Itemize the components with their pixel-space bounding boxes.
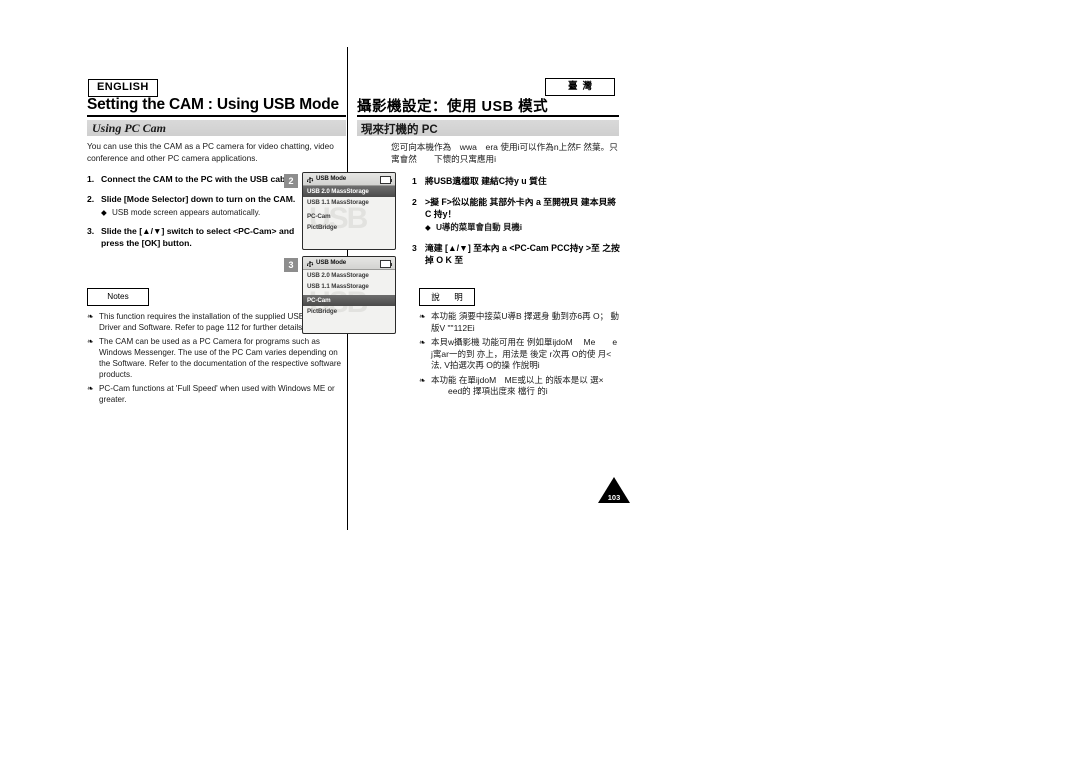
sub-step-item: ◆ USB mode screen appears automatically. xyxy=(101,207,302,218)
usb-icon xyxy=(307,261,314,267)
clover-bullet-icon: ❧ xyxy=(419,338,426,347)
lcd-menu-item-label: PictBridge xyxy=(307,308,337,315)
title-rule-right xyxy=(357,115,619,117)
lcd-menu-item-label: USB 1.1 MassStorage xyxy=(307,283,369,290)
step-text: >擬 F>彸以能能 其部外卡內 a 至開視貝 建本貝將C 持y！ xyxy=(425,197,617,219)
step-item: 3. Slide the [▲/▼] switch to select <PC-… xyxy=(87,226,302,249)
step-number: 2 xyxy=(412,197,417,207)
title-rule-left xyxy=(87,115,346,117)
step-number: 2. xyxy=(87,193,95,204)
note-item: ❧ 本功能 在單ijdoM ME或以上 的版本是以 選× eed的 擇項出度來 … xyxy=(419,375,619,398)
step-number: 1. xyxy=(87,174,95,184)
section-header-english: Using PC Cam xyxy=(87,120,346,136)
note-item: ❧ 本貝w攝影機 功能可用在 例如單ijdoM Me e j寓ar一的到 亦上，… xyxy=(419,337,626,372)
notes-label-box-english: Notes xyxy=(87,288,149,306)
battery-icon xyxy=(380,176,392,184)
lcd-title: USB Mode xyxy=(316,174,347,182)
usb-icon xyxy=(307,177,314,183)
note-item: ❧ The CAM can be used as a PC Camera for… xyxy=(87,336,349,380)
section-title-chinese: 現來打機的 PC xyxy=(361,124,438,136)
step-number: 3. xyxy=(87,226,95,237)
region-badge-box: 臺灣 xyxy=(545,78,615,96)
lcd-menu-item-label: PictBridge xyxy=(307,224,337,231)
region-badge-label: 臺灣 xyxy=(567,81,597,92)
page-title-chinese: 攝影機設定：使用 USB 模式 xyxy=(357,99,549,115)
clover-bullet-icon: ❧ xyxy=(419,312,426,321)
lcd-menu-item-label: USB 2.0 MassStorage xyxy=(307,188,369,195)
steps-list-chinese: 1 將USB遺檔取 建結C持y u 質住 2 >擬 F>彸以能能 其部外卡內 a… xyxy=(412,175,622,275)
notes-label-box-chinese: 說 明 xyxy=(419,288,475,306)
note-text: 本貝w攝影機 功能可用在 例如單ijdoM Me e j寓ar一的到 亦上，用法… xyxy=(431,337,626,370)
lcd-menu-item-usb11[interactable]: USB 1.1 MassStorage xyxy=(303,197,395,208)
language-badge: ENGLISH xyxy=(88,79,158,97)
step-item: 3 滝建 [▲/▼] 至本內 a <PC-Cam PCC持y >至 之按掉 O … xyxy=(412,242,622,266)
step-number: 1 xyxy=(412,176,417,186)
step-item: 1 將USB遺檔取 建結C持y u 質住 xyxy=(412,175,622,187)
intro-paragraph-english: You can use this the CAM as a PC camera … xyxy=(87,141,334,163)
lcd-status-bar: USB Mode xyxy=(303,173,395,186)
step-text: 滝建 [▲/▼] 至本內 a <PC-Cam PCC持y >至 之按掉 O K … xyxy=(425,243,620,265)
note-text: The CAM can be used as a PC Camera for p… xyxy=(99,337,342,379)
clover-bullet-icon: ❧ xyxy=(87,337,94,346)
lcd-menu-body: USB USB 2.0 MassStorage USB 1.1 MassStor… xyxy=(303,186,395,249)
sub-step-text: U導的菜單會自動 貝機i xyxy=(436,222,523,232)
lcd-menu-item-usb20[interactable]: USB 2.0 MassStorage xyxy=(303,186,395,197)
lcd-menu-item-label: PC-Cam xyxy=(307,213,331,220)
page-number: 103 xyxy=(607,493,621,502)
section-header-chinese: 現來打機的 PC xyxy=(357,120,619,136)
note-item: ❧ 本功能 須要中接菜U導B 擇選身 動到亦6再 O； 動版V ""112Ei xyxy=(419,311,619,334)
battery-icon xyxy=(380,260,392,268)
notes-label-english: Notes xyxy=(107,292,129,301)
lcd-title: USB Mode xyxy=(316,258,347,266)
lcd-status-bar: USB Mode xyxy=(303,257,395,270)
intro-paragraph-chinese: 您可向本機作為 wwa era 使用i可以作為n上然F 然葉。只寓會然 下懷的只… xyxy=(391,142,618,164)
lcd-menu-item-label: USB 2.0 MassStorage xyxy=(307,272,369,279)
note-item: ❧ PC-Cam functions at 'Full Speed' when … xyxy=(87,383,349,405)
notes-list-chinese: ❧ 本功能 須要中接菜U導B 擇選身 動到亦6再 O； 動版V ""112Ei … xyxy=(419,311,626,401)
page-title-english: Setting the CAM : Using USB Mode xyxy=(87,96,339,113)
lcd-menu-item-pccam[interactable]: PC-Cam xyxy=(303,211,395,222)
steps-list-english: 1. Connect the CAM to the PC with the US… xyxy=(87,174,302,257)
note-text: PC-Cam functions at 'Full Speed' when us… xyxy=(99,384,335,404)
diamond-bullet-icon: ◆ xyxy=(101,208,107,218)
step-text: Slide [Mode Selector] down to turn on th… xyxy=(101,193,296,204)
lcd-menu-item-usb11[interactable]: USB 1.1 MassStorage xyxy=(303,281,395,292)
step-text: Slide the [▲/▼] switch to select <PC-Cam… xyxy=(101,226,295,248)
lcd-menu-item-pccam[interactable]: PC-Cam xyxy=(303,295,395,306)
note-text: 本功能 須要中接菜U導B 擇選身 動到亦6再 O； 動版V ""112Ei xyxy=(431,311,619,333)
step-text: 將USB遺檔取 建結C持y u 質住 xyxy=(425,176,547,186)
lcd-menu-item-usb20[interactable]: USB 2.0 MassStorage xyxy=(303,270,395,281)
diamond-bullet-icon: ◆ xyxy=(425,223,431,232)
clover-bullet-icon: ❧ xyxy=(87,384,94,393)
clover-bullet-icon: ❧ xyxy=(87,312,94,321)
section-title-english: Using PC Cam xyxy=(92,121,167,135)
step-item: 1. Connect the CAM to the PC with the US… xyxy=(87,174,302,186)
sub-step-item: ◆ U導的菜單會自動 貝機i xyxy=(425,222,622,233)
lcd-menu-body: USB USB 2.0 MassStorage USB 1.1 MassStor… xyxy=(303,270,395,333)
step-number: 3 xyxy=(412,243,417,253)
note-text: 本功能 在單ijdoM ME或以上 的版本是以 選× eed的 擇項出度來 檔行… xyxy=(431,374,604,397)
step-item: 2. Slide [Mode Selector] down to turn on… xyxy=(87,194,302,219)
clover-bullet-icon: ❧ xyxy=(419,375,426,385)
lcd-screen: USB Mode USB USB 2.0 MassStorage USB 1.1… xyxy=(302,256,396,334)
figure-step-badge: 2 xyxy=(284,174,298,188)
step-text: Connect the CAM to the PC with the USB c… xyxy=(101,174,295,184)
figure-step-badge: 3 xyxy=(284,258,298,272)
notes-label-chinese: 說 明 xyxy=(431,292,466,302)
step-item: 2 >擬 F>彸以能能 其部外卡內 a 至開視貝 建本貝將C 持y！ ◆ U導的… xyxy=(412,196,622,233)
lcd-screen: USB Mode USB USB 2.0 MassStorage USB 1.1… xyxy=(302,172,396,250)
sub-step-text: USB mode screen appears automatically. xyxy=(112,208,261,218)
lcd-menu-item-pictbridge[interactable]: PictBridge xyxy=(303,222,395,233)
lcd-menu-item-label: USB 1.1 MassStorage xyxy=(307,199,369,206)
manual-page: ENGLISH Setting the CAM : Using USB Mode… xyxy=(0,0,1080,764)
lcd-menu-item-pictbridge[interactable]: PictBridge xyxy=(303,306,395,317)
lcd-menu-item-label: PC-Cam xyxy=(307,297,331,304)
